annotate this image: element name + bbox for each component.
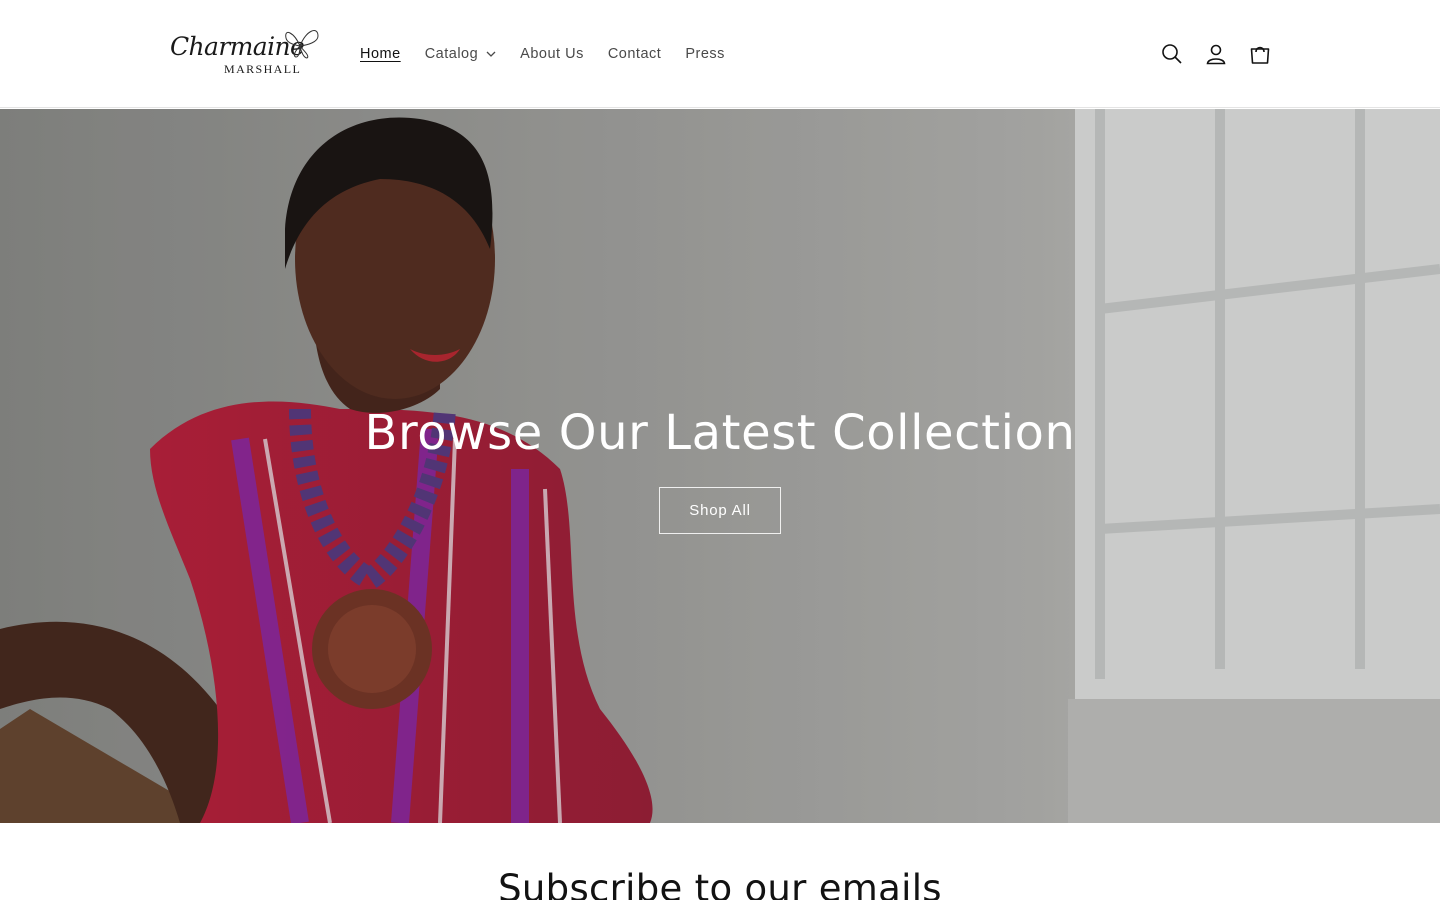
hero-title: Browse Our Latest Collection: [364, 405, 1076, 461]
cart-button[interactable]: [1238, 32, 1282, 76]
search-button[interactable]: [1150, 32, 1194, 76]
nav-home[interactable]: Home: [348, 40, 413, 68]
cart-icon: [1250, 46, 1270, 64]
logo-caps-text: MARSHALL: [224, 62, 302, 76]
nav-about-us[interactable]: About Us: [508, 40, 596, 68]
newsletter-section: Subscribe to our emails: [0, 823, 1440, 900]
chevron-down-icon: [486, 51, 496, 57]
brand-logo[interactable]: Charmaine MARSHALL: [168, 26, 324, 78]
butterfly-icon: [285, 30, 319, 59]
newsletter-title: Subscribe to our emails: [498, 867, 942, 900]
account-icon: [1206, 44, 1226, 65]
nav-contact[interactable]: Contact: [596, 40, 673, 68]
site-header: Charmaine MARSHALL Home Catalog About Us…: [0, 0, 1440, 108]
nav-catalog-label: Catalog: [424, 46, 479, 62]
nav-catalog[interactable]: Catalog: [413, 40, 508, 68]
account-button[interactable]: [1194, 32, 1238, 76]
hero-banner: Browse Our Latest Collection Shop All: [0, 109, 1440, 823]
header-icons: [1150, 32, 1282, 76]
nav-press[interactable]: Press: [673, 40, 737, 68]
shop-all-button[interactable]: Shop All: [659, 487, 781, 534]
main-nav: Home Catalog About Us Contact Press: [348, 40, 737, 68]
hero-content: Browse Our Latest Collection Shop All: [0, 401, 1440, 534]
search-icon: [1162, 44, 1182, 64]
